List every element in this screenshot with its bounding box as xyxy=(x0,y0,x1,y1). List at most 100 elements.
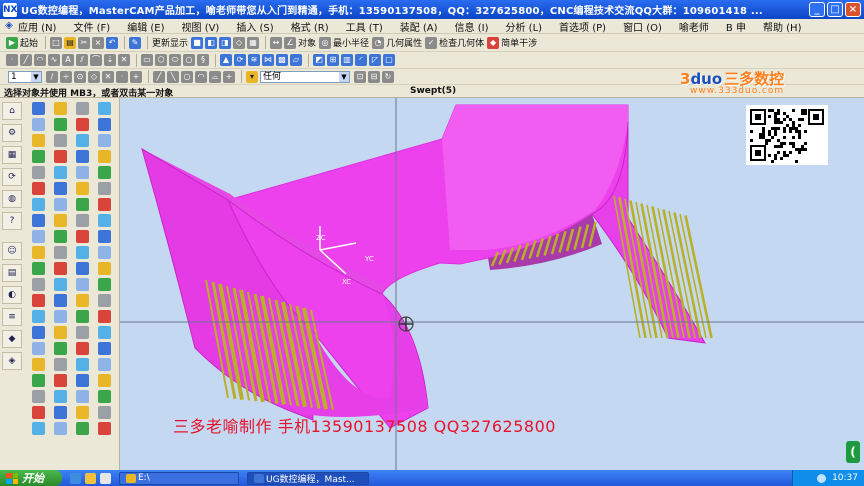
snap-center-icon[interactable]: ⊙ xyxy=(74,70,86,83)
point-icon[interactable]: · xyxy=(6,54,18,66)
feature-tool-icon[interactable] xyxy=(32,134,45,147)
feature-tool-icon[interactable] xyxy=(54,278,67,291)
plus-tool-icon[interactable]: + xyxy=(223,70,235,83)
feature-tool-icon[interactable] xyxy=(54,390,67,403)
feature-tool-icon[interactable] xyxy=(54,294,67,307)
feature-tool-icon[interactable] xyxy=(76,246,89,259)
menu-view[interactable]: 视图 (V) xyxy=(182,19,220,34)
menu-analysis[interactable]: 分析 (L) xyxy=(505,19,542,34)
snap-existing-icon[interactable]: + xyxy=(130,70,142,83)
feature-tool-icon[interactable] xyxy=(54,118,67,131)
snap-endpoint-icon[interactable]: / xyxy=(46,70,58,83)
feature-tool-icon[interactable] xyxy=(54,166,67,179)
feature-tool-icon[interactable] xyxy=(76,342,89,355)
feature-tool-icon[interactable] xyxy=(98,326,111,339)
feature-tool-icon[interactable] xyxy=(32,310,45,323)
feature-tool-icon[interactable] xyxy=(32,262,45,275)
feature-tool-icon[interactable] xyxy=(76,358,89,371)
feature-tool-icon[interactable] xyxy=(76,262,89,275)
simple-interference-button[interactable]: 简单干涉 xyxy=(501,36,537,50)
feature-tool-icon[interactable] xyxy=(32,278,45,291)
mesh-surface-icon[interactable]: ▩ xyxy=(276,54,288,66)
feature-tool-icon[interactable] xyxy=(32,422,45,435)
radius-icon[interactable]: ◔ xyxy=(372,36,385,49)
offset-curve-icon[interactable]: ⫽ xyxy=(76,54,88,66)
feature-tool-icon[interactable] xyxy=(98,310,111,323)
spline-icon[interactable]: ∿ xyxy=(48,54,60,66)
feature-tool-icon[interactable] xyxy=(54,134,67,147)
text-a-icon[interactable]: A xyxy=(62,54,74,66)
measure-distance-icon[interactable]: ↔ xyxy=(270,36,283,49)
feature-tool-icon[interactable] xyxy=(98,102,111,115)
feature-tool-icon[interactable] xyxy=(98,406,111,419)
deselect-icon[interactable]: ⊟ xyxy=(368,70,380,83)
line-tool2-icon[interactable]: ╲ xyxy=(167,70,179,83)
feature-tool-icon[interactable] xyxy=(54,246,67,259)
feature-tool-icon[interactable] xyxy=(32,198,45,211)
line-tool-icon[interactable]: ╱ xyxy=(153,70,165,83)
feature-tool-icon[interactable] xyxy=(32,150,45,163)
feature-tool-icon[interactable] xyxy=(32,374,45,387)
helix-icon[interactable]: § xyxy=(197,54,209,66)
arc-tool-icon[interactable]: ◠ xyxy=(195,70,207,83)
measure-angle-icon[interactable]: ∠ xyxy=(284,36,297,49)
edit-object-icon[interactable]: ✎ xyxy=(129,36,142,49)
object-button[interactable]: 对象 xyxy=(298,36,316,50)
feature-tool-icon[interactable] xyxy=(32,342,45,355)
resource-tab-system[interactable]: ▤ xyxy=(2,264,22,282)
feature-tool-icon[interactable] xyxy=(76,294,89,307)
resource-tab-web[interactable]: ◍ xyxy=(2,190,22,208)
undo-icon[interactable]: ↶ xyxy=(106,36,119,49)
feature-tool-icon[interactable] xyxy=(98,166,111,179)
feature-tool-icon[interactable] xyxy=(76,118,89,131)
filter-icon[interactable]: ▾ xyxy=(246,70,258,83)
new-file-icon[interactable]: □ xyxy=(50,36,63,49)
revolve-icon[interactable]: ⟳ xyxy=(234,54,246,66)
menu-application[interactable]: 应用 (N) xyxy=(18,19,56,34)
shaded-view-icon[interactable]: ■ xyxy=(191,36,204,49)
feature-tool-icon[interactable] xyxy=(98,230,111,243)
feature-tool-icon[interactable] xyxy=(32,358,45,371)
feature-tool-icon[interactable] xyxy=(98,198,111,211)
feature-tool-icon[interactable] xyxy=(32,182,45,195)
menu-preferences[interactable]: 首选项 (P) xyxy=(559,19,606,34)
feature-tool-icon[interactable] xyxy=(54,230,67,243)
feature-tool-icon[interactable] xyxy=(98,118,111,131)
feature-tool-icon[interactable] xyxy=(76,214,89,227)
resource-tab-layers[interactable]: ≡ xyxy=(2,308,22,326)
resource-tab-visual[interactable]: ◈ xyxy=(2,352,22,370)
open-folder-icon[interactable]: ▤ xyxy=(64,36,77,49)
feature-tool-icon[interactable] xyxy=(54,102,67,115)
feature-tool-icon[interactable] xyxy=(98,214,111,227)
feature-tool-icon[interactable] xyxy=(54,262,67,275)
menu-file[interactable]: 文件 (F) xyxy=(73,19,110,34)
feature-tool-icon[interactable] xyxy=(76,134,89,147)
layer-icon[interactable]: ▦ xyxy=(247,36,260,49)
snap-quadrant-icon[interactable]: ◇ xyxy=(88,70,100,83)
blend-icon[interactable]: ◜ xyxy=(355,54,367,66)
restore-button[interactable]: □ xyxy=(827,2,843,17)
selection-filter-select[interactable]: 任何 ▼ xyxy=(260,70,350,83)
feature-tool-icon[interactable] xyxy=(54,374,67,387)
thicken-icon[interactable]: ▥ xyxy=(341,54,353,66)
feature-tool-icon[interactable] xyxy=(98,278,111,291)
snap-point-icon[interactable]: · xyxy=(116,70,128,83)
feature-tool-icon[interactable] xyxy=(54,214,67,227)
cut-icon[interactable]: ✂ xyxy=(78,36,91,49)
delete-icon[interactable]: × xyxy=(92,36,105,49)
feature-tool-icon[interactable] xyxy=(32,118,45,131)
taskbar-item-ug[interactable]: UG数控编程，Mast... xyxy=(247,471,369,485)
bridge-curve-icon[interactable]: ⌒ xyxy=(90,54,102,66)
menu-teacher[interactable]: 喻老师 xyxy=(679,19,709,34)
feature-tool-icon[interactable] xyxy=(76,422,89,435)
resource-tab-help[interactable]: ? xyxy=(2,212,22,230)
resource-tab-parts[interactable]: ▦ xyxy=(2,146,22,164)
feature-tool-icon[interactable] xyxy=(54,150,67,163)
feature-tool-icon[interactable] xyxy=(76,182,89,195)
feature-tool-icon[interactable] xyxy=(98,150,111,163)
resource-tab-navigator[interactable]: ⌂ xyxy=(2,102,22,120)
menu-information[interactable]: 信息 (I) xyxy=(455,19,489,34)
resource-tab-assembly[interactable]: ⚙ xyxy=(2,124,22,142)
measure-body-icon[interactable]: ◎ xyxy=(319,36,332,49)
feature-tool-icon[interactable] xyxy=(76,150,89,163)
